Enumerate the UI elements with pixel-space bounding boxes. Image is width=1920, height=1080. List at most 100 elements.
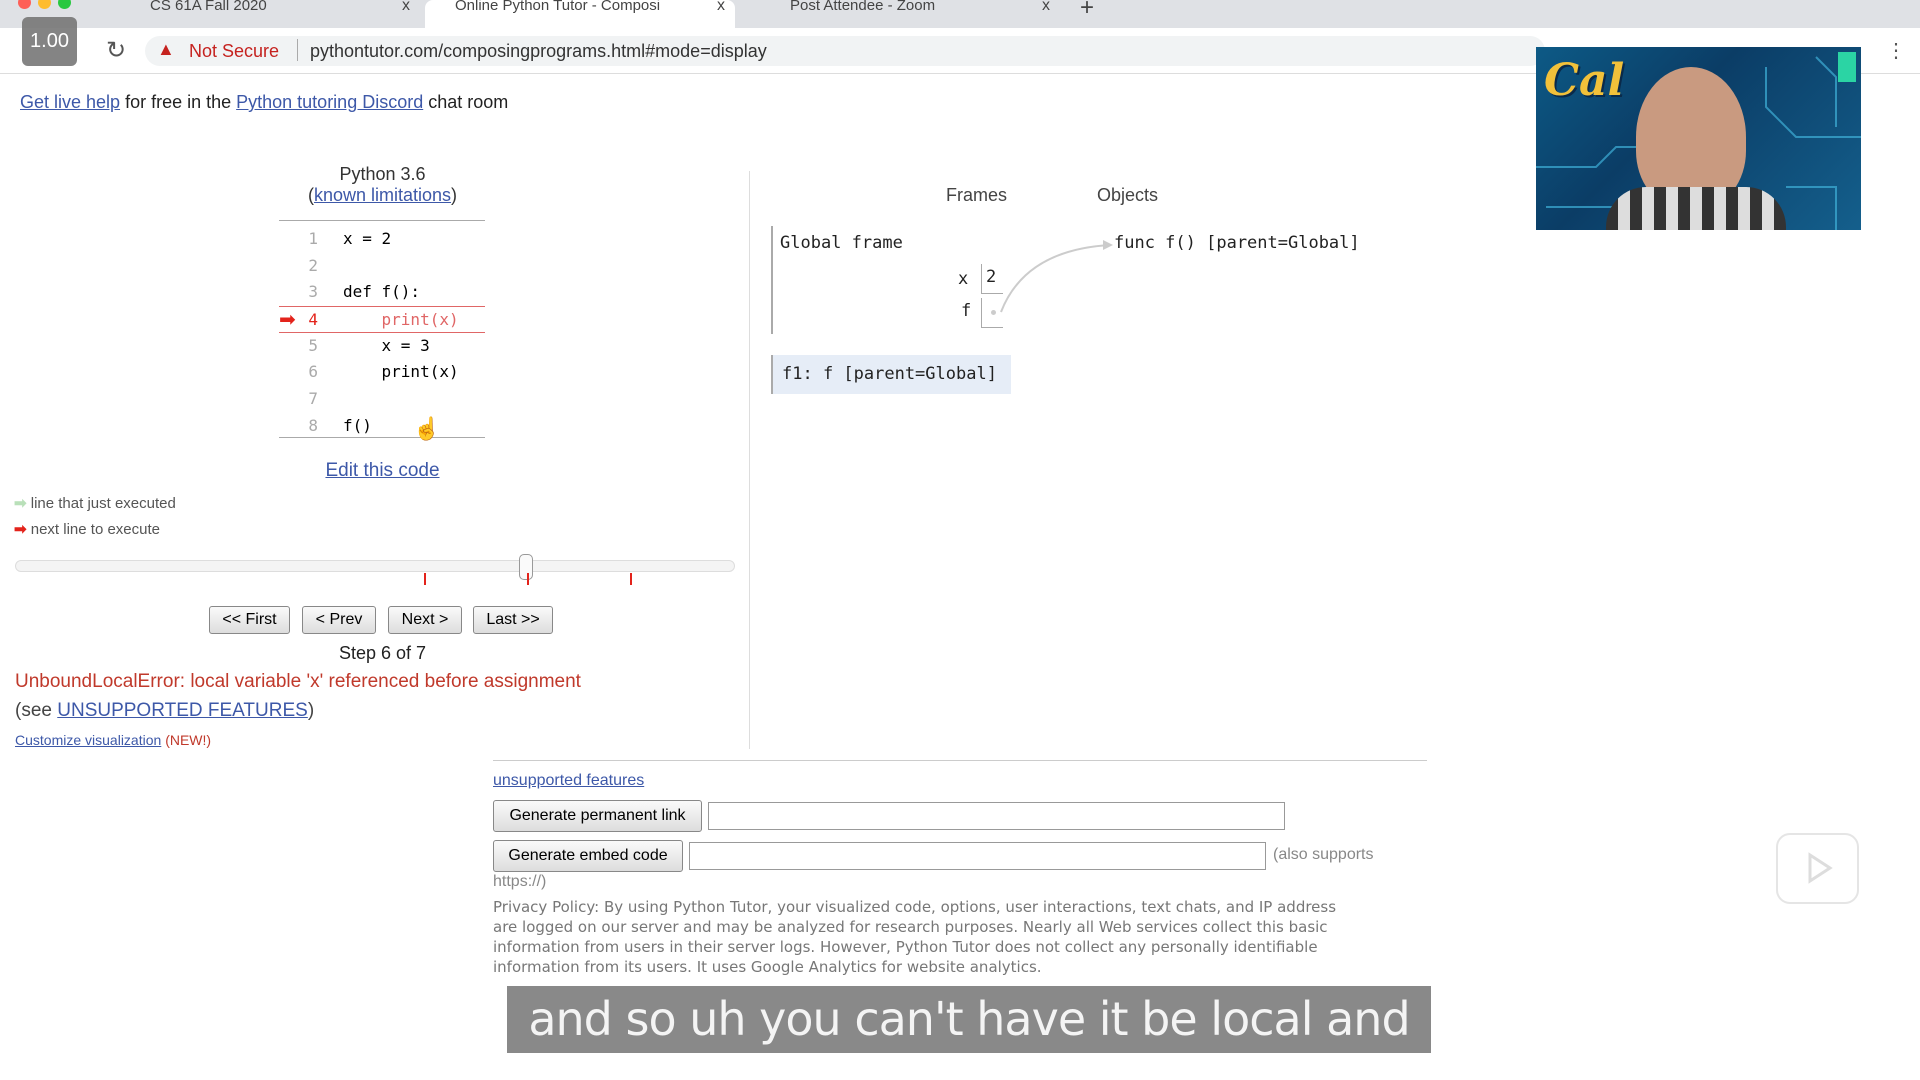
line-number: 4 [308, 310, 318, 330]
tab-title: Post Attendee - Zoom [790, 0, 936, 14]
legend-executed: line that just executed [30, 495, 176, 512]
func-object: func f() [parent=Global] [1114, 233, 1360, 253]
playback-speed-badge[interactable]: 1.00 [22, 17, 77, 66]
tab-zoom[interactable]: Post Attendee - Zoom x [750, 0, 1060, 28]
divider [297, 39, 298, 61]
tab-python-tutor[interactable]: Online Python Tutor - Composi x [425, 0, 735, 28]
cal-logo: Cal [1544, 55, 1625, 106]
code-line: 8 f() [279, 413, 485, 440]
see-suffix: ) [307, 700, 315, 721]
url-text[interactable]: pythontutor.com/composingprograms.html#m… [310, 41, 767, 62]
tab-cs61a[interactable]: CS 61A Fall 2020 x [120, 0, 420, 28]
unsupported-features-footer-link[interactable]: unsupported features [493, 772, 644, 789]
embed-code-input[interactable] [689, 842, 1266, 870]
see-unsupported: (see UNSUPPORTED FEATURES) [15, 700, 314, 722]
next-button[interactable]: Next > [388, 606, 462, 634]
code-line: 1 x = 2 [279, 226, 485, 253]
generate-permanent-link-button[interactable]: Generate permanent link [493, 800, 702, 832]
tab-title: CS 61A Fall 2020 [150, 0, 267, 14]
customize-row: Customize visualization (NEW!) [15, 732, 211, 748]
var-name-x: x [958, 269, 969, 289]
maximize-window-button[interactable] [58, 0, 71, 9]
breakpoint-tick [527, 573, 529, 585]
indicator [1838, 52, 1856, 82]
line-number: 5 [308, 335, 318, 355]
help-banner: Get live help for free in the Python tut… [20, 92, 508, 113]
video-caption: and so uh you can't have it be local and [507, 986, 1431, 1053]
customize-visualization-link[interactable]: Customize visualization [15, 732, 161, 748]
pointer-arrow-icon [1000, 240, 1113, 313]
generate-embed-code-button[interactable]: Generate embed code [493, 840, 683, 872]
footer-rule [493, 760, 1427, 761]
webcam-video: Cal [1536, 47, 1861, 230]
close-tab-icon[interactable]: x [402, 0, 410, 14]
close-tab-icon[interactable]: x [1042, 0, 1050, 14]
legend: ➡ line that just executed ➡ next line to… [14, 494, 176, 538]
code-line: 7 [279, 386, 485, 413]
prev-button[interactable]: < Prev [302, 606, 376, 634]
discord-link[interactable]: Python tutoring Discord [236, 92, 423, 112]
frames-header: Frames [946, 185, 1008, 205]
warning-icon: ▲ [157, 39, 175, 59]
light-arrow-icon: ➡ [14, 495, 27, 512]
var-name-f: f [961, 301, 972, 321]
error-message: UnboundLocalError: local variable 'x' re… [15, 671, 581, 692]
line-number: 8 [308, 415, 318, 435]
line-number: 3 [308, 282, 318, 302]
code-text: print(x) [343, 362, 459, 382]
play-button[interactable] [1776, 833, 1859, 904]
privacy-policy: Privacy Policy: By using Python Tutor, y… [493, 897, 1473, 977]
panel-divider [749, 171, 750, 749]
line-number: 7 [308, 389, 318, 409]
global-frame-label: Global frame [780, 233, 903, 253]
code-line: 3 def f(): [279, 279, 485, 306]
privacy-line: information from users in their server l… [493, 938, 1318, 956]
language-label: Python 3.6 (known limitations) [280, 164, 485, 206]
tab-bar: CS 61A Fall 2020 x Online Python Tutor - … [0, 0, 1920, 28]
banner-text: chat room [423, 92, 509, 112]
code-line: ➡ 4 print(x) [279, 306, 485, 333]
permanent-link-input[interactable] [708, 802, 1285, 830]
line-number: 6 [308, 362, 318, 382]
omnibox[interactable]: ▲ Not Secure pythontutor.com/composingpr… [145, 36, 1545, 66]
edit-code-link[interactable]: Edit this code [325, 460, 439, 481]
new-badge: (NEW!) [165, 732, 212, 748]
browser-menu-icon[interactable]: ⋮ [1886, 38, 1906, 63]
step-counter: Step 6 of 7 [338, 643, 427, 663]
play-icon [1808, 852, 1833, 884]
close-window-button[interactable] [18, 0, 31, 9]
code-top-rule [279, 220, 485, 221]
privacy-line: information from its users. It uses Goog… [493, 958, 1042, 976]
presenter-shirt [1606, 187, 1786, 230]
new-tab-button[interactable]: + [1080, 0, 1094, 22]
legend-next: next line to execute [30, 521, 161, 538]
code-text: print(x) [343, 310, 459, 330]
code-listing: 1x = 2 2 3 def f(): ➡ 4 print(x) 5 x = 36 prin… [279, 226, 485, 440]
tab-title: Online Python Tutor - Composi [455, 0, 661, 14]
global-frame-border [771, 226, 773, 334]
privacy-line: Privacy Policy: By using Python Tutor, y… [493, 898, 1337, 916]
breakpoint-tick [630, 573, 632, 585]
step-slider-track[interactable] [15, 560, 735, 572]
code-text: f() [343, 415, 372, 435]
first-button[interactable]: << First [209, 606, 290, 634]
live-help-link[interactable]: Get live help [20, 92, 120, 112]
mouse-cursor-icon: ☝ [413, 416, 441, 441]
known-limitations-link[interactable]: known limitations [314, 185, 451, 205]
code-bottom-rule [279, 437, 485, 438]
security-label[interactable]: Not Secure [189, 41, 279, 62]
presenter-face [1636, 67, 1746, 207]
see-prefix: (see [15, 700, 58, 721]
unsupported-features-link[interactable]: UNSUPPORTED FEATURES [57, 700, 308, 721]
code-line: 6 print(x) [279, 359, 485, 386]
banner-text: for free in the [120, 92, 237, 112]
line-number: 2 [308, 255, 318, 275]
last-button[interactable]: Last >> [473, 606, 553, 634]
python-version: Python 3.6 [339, 164, 426, 184]
privacy-line: are logged on our server and may be anal… [493, 918, 1328, 936]
objects-header: Objects [1097, 185, 1159, 205]
reload-icon[interactable]: ↻ [106, 36, 126, 65]
close-tab-icon[interactable]: x [717, 0, 725, 14]
breakpoint-tick [424, 573, 426, 585]
minimize-window-button[interactable] [38, 0, 51, 9]
